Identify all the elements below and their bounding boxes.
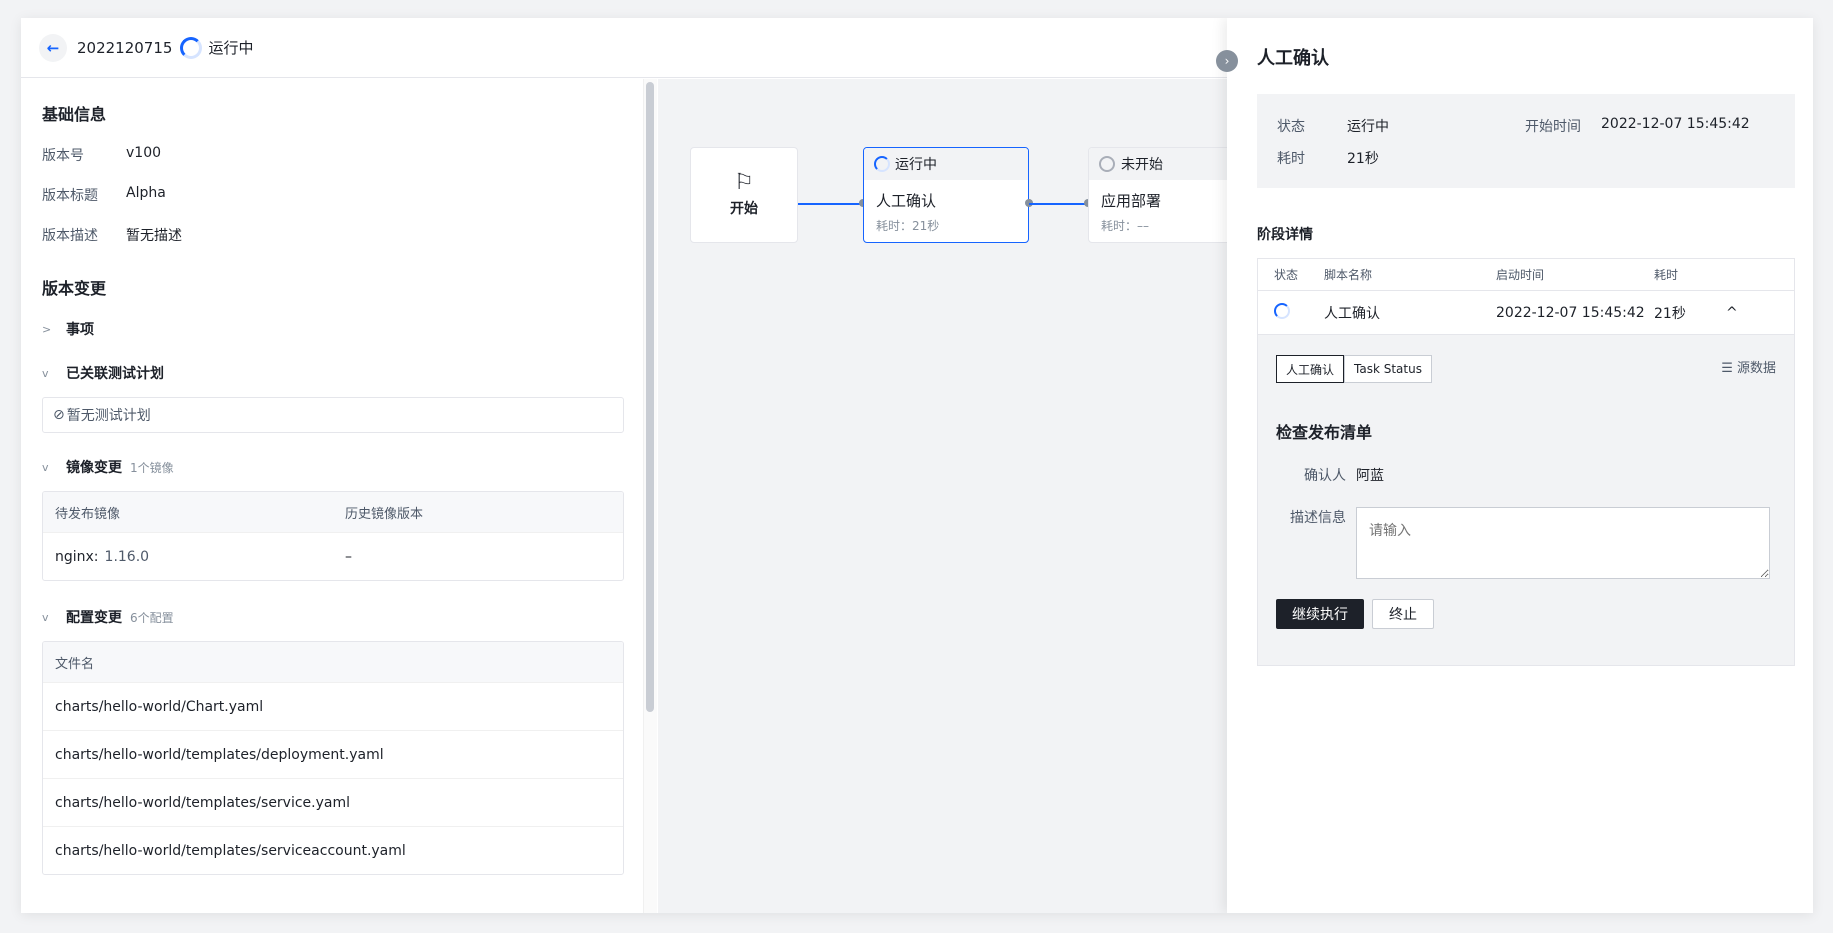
arrow-left-icon: ←: [46, 38, 60, 57]
loading-icon: [180, 36, 203, 59]
loading-icon: [874, 156, 890, 172]
table-row[interactable]: charts/hello-world/Chart.yaml: [43, 682, 623, 730]
release-id: 2022120715: [77, 38, 173, 57]
table-header: 待发布镜像 历史镜像版本: [43, 492, 623, 532]
detail-tabs: 人工确认 Task Status: [1276, 355, 1776, 383]
stage-detail-panel: 人工确认 Task Status ☰ 源数据 检查发布清单 确认人 阿蓝 描述信…: [1258, 335, 1794, 665]
version-changes-title: 版本变更: [42, 279, 107, 298]
pipeline-node-app-deploy[interactable]: 未开始 应用部署 耗时：––: [1088, 147, 1248, 243]
chevron-down-icon: v: [42, 610, 49, 624]
chevron-down-icon: v: [42, 366, 49, 380]
confirmer-row: 确认人 阿蓝: [1304, 468, 1384, 484]
table-row[interactable]: charts/hello-world/templates/service.yam…: [43, 778, 623, 826]
table-row[interactable]: 人工确认 2022-12-07 15:45:42 21秒 ^: [1258, 291, 1794, 335]
desc-row: 描述信息: [1276, 507, 1776, 579]
drawer-title: 人工确认: [1257, 48, 1329, 69]
action-buttons: 继续执行 终止: [1276, 599, 1776, 629]
stage-summary: 状态 运行中 开始时间 2022-12-07 15:45:42 耗时 21秒: [1257, 94, 1795, 188]
source-data-link[interactable]: ☰ 源数据: [1721, 357, 1776, 376]
pipeline-link: [1029, 203, 1088, 205]
flag-icon: ⚐: [734, 170, 754, 195]
pending-icon: [1099, 156, 1115, 172]
collapse-drawer-button[interactable]: ›: [1216, 50, 1238, 72]
table-row: nginx: 1.16.0 –: [43, 532, 623, 580]
stage-detail-title: 阶段详情: [1257, 227, 1313, 243]
page-header: ← 2022120715 运行中: [21, 18, 1227, 78]
pipeline-start-node[interactable]: ⚐ 开始: [690, 147, 798, 243]
back-button[interactable]: ←: [39, 33, 67, 62]
chevron-down-icon: v: [42, 460, 49, 474]
scrollbar-thumb[interactable]: [646, 82, 654, 712]
version-title-row: 版本标题 Alpha: [42, 185, 166, 204]
chevron-right-icon: >: [42, 322, 52, 336]
release-info-pane: 基础信息 版本号 v100 版本标题 Alpha 版本描述 暂无描述 版本变更 > 事…: [21, 79, 645, 913]
checklist-title: 检查发布清单: [1276, 423, 1373, 442]
test-plan-collapse[interactable]: v 已关联测试计划: [42, 363, 624, 383]
tab-manual-confirm[interactable]: 人工确认: [1276, 355, 1345, 383]
config-table: 文件名 charts/hello-world/Chart.yaml charts…: [42, 641, 624, 875]
stage-detail-drawer: 人工确认 状态 运行中 开始时间 2022-12-07 15:45:42 耗时 …: [1227, 18, 1813, 913]
continue-button[interactable]: 继续执行: [1276, 599, 1364, 629]
table-row[interactable]: charts/hello-world/templates/deployment.…: [43, 730, 623, 778]
image-changes-collapse[interactable]: v 镜像变更 1个镜像: [42, 457, 624, 477]
test-plan-empty: ⊘ 暂无测试计划: [42, 397, 624, 433]
list-icon: ☰: [1721, 361, 1733, 376]
desc-input[interactable]: [1356, 507, 1770, 579]
table-header: 状态 脚本名称 启动时间 耗时: [1258, 259, 1794, 291]
image-table: 待发布镜像 历史镜像版本 nginx: 1.16.0 –: [42, 491, 624, 581]
pipeline-link: [798, 203, 863, 205]
table-header: 文件名: [43, 642, 623, 682]
chevron-up-icon[interactable]: ^: [1726, 305, 1738, 321]
version-desc-row: 版本描述 暂无描述: [42, 228, 182, 244]
pipeline-node-manual-confirm[interactable]: 运行中 人工确认 耗时：21秒: [863, 147, 1029, 243]
issues-collapse[interactable]: > 事项: [42, 319, 624, 339]
stage-table: 状态 脚本名称 启动时间 耗时 人工确认 2022-12-07 15:45:42…: [1257, 258, 1795, 666]
loading-icon: [1274, 302, 1290, 319]
link-icon: ⊘: [53, 407, 65, 423]
chevron-right-icon: ›: [1224, 54, 1230, 68]
app-window: ← 2022120715 运行中 基础信息 版本号 v100 版本标题 Alpha …: [21, 18, 1813, 913]
config-changes-collapse[interactable]: v 配置变更 6个配置: [42, 607, 624, 627]
basic-info-title: 基础信息: [42, 105, 107, 124]
pipeline-canvas: ⚐ 开始 运行中 人工确认 耗时：21秒 未开始 应用部署 耗时：––: [658, 79, 1248, 913]
stop-button[interactable]: 终止: [1372, 599, 1434, 629]
table-row[interactable]: charts/hello-world/templates/serviceacco…: [43, 826, 623, 874]
tab-task-status[interactable]: Task Status: [1344, 355, 1432, 383]
status-badge: 运行中: [180, 36, 253, 59]
version-no-row: 版本号 v100: [42, 145, 162, 164]
